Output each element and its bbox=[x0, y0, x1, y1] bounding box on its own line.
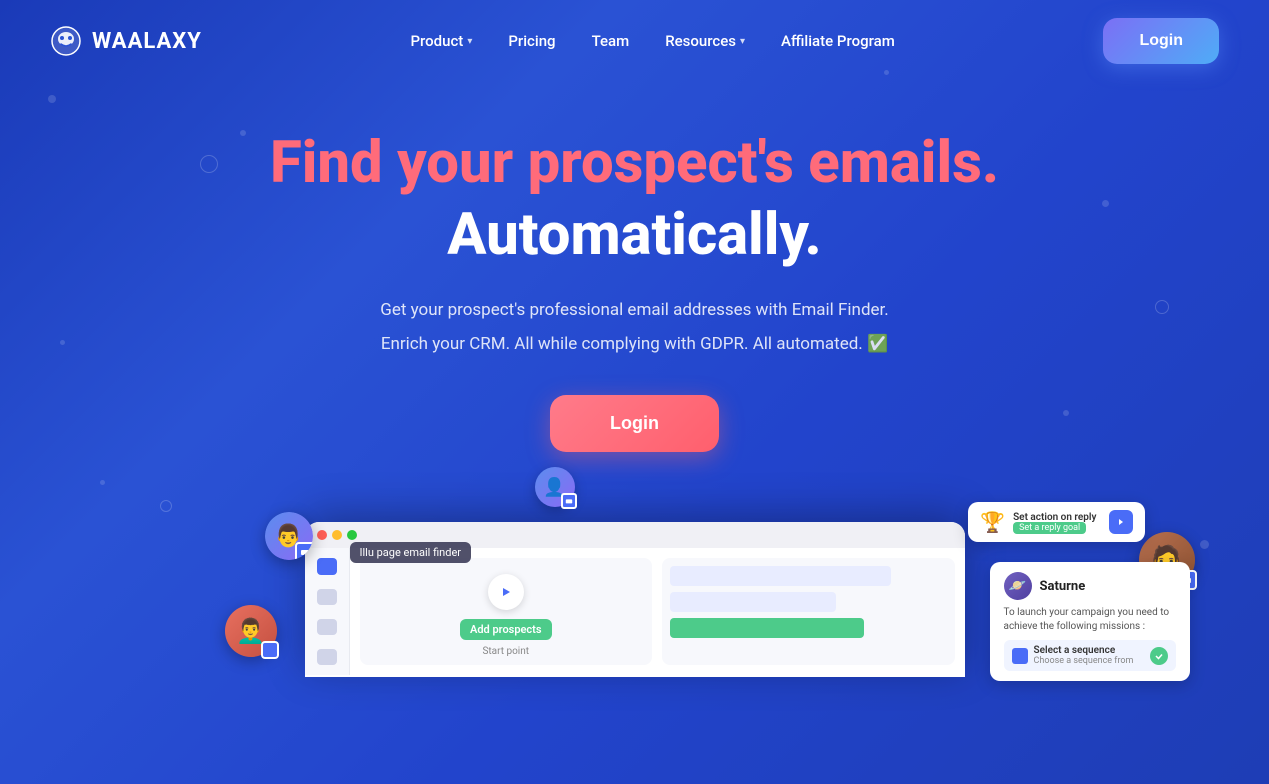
nav-pricing[interactable]: Pricing bbox=[494, 24, 569, 58]
saturn-action: Select a sequence Choose a sequence from bbox=[1004, 640, 1176, 671]
window-close-dot bbox=[317, 530, 327, 540]
navbar: WAALAXY Product ▾ Pricing Team Resources… bbox=[0, 0, 1269, 82]
flow-node-2 bbox=[670, 592, 836, 612]
circle-3 bbox=[160, 500, 172, 512]
toast-arrow-btn[interactable] bbox=[1109, 510, 1133, 534]
play-button[interactable] bbox=[488, 574, 524, 610]
saturn-desc: To launch your campaign you need to achi… bbox=[1004, 606, 1176, 634]
avatar-badge-top bbox=[561, 493, 577, 509]
illu-badge: Illu page email finder bbox=[350, 542, 472, 563]
nav-affiliate[interactable]: Affiliate Program bbox=[767, 24, 909, 58]
app-preview: 👨 👤 👨‍🦱 🧔 🏆 Set action on reply Set a re… bbox=[0, 522, 1269, 677]
nav-team[interactable]: Team bbox=[578, 24, 644, 58]
logo[interactable]: WAALAXY bbox=[50, 25, 202, 57]
sidebar-icon-3 bbox=[317, 619, 337, 635]
app-panel-left: Add prospects Start point bbox=[360, 558, 653, 665]
sidebar-icon-2 bbox=[317, 589, 337, 605]
window-minimize-dot bbox=[332, 530, 342, 540]
nav-resources[interactable]: Resources ▾ bbox=[651, 24, 759, 58]
hero-subtitle-1: Get your prospect's professional email a… bbox=[20, 296, 1249, 325]
chevron-down-icon-2: ▾ bbox=[740, 36, 745, 47]
hero-subtitle-2: Enrich your CRM. All while complying wit… bbox=[20, 330, 1249, 359]
toast-badge: Set a reply goal bbox=[1013, 522, 1086, 534]
toast-line2: Set a reply goal bbox=[1013, 523, 1096, 533]
avatar-bottom-left: 👨‍🦱 bbox=[225, 605, 277, 657]
toast-content: Set action on reply Set a reply goal bbox=[1013, 512, 1096, 533]
saturn-card: 🪐 Saturne To launch your campaign you ne… bbox=[990, 562, 1190, 681]
hero-section: Find your prospect's emails. Automatical… bbox=[0, 82, 1269, 482]
logo-icon bbox=[50, 25, 82, 57]
hero-login-button[interactable]: Login bbox=[550, 395, 719, 452]
hero-title-line1: Find your prospect's emails. bbox=[20, 132, 1249, 196]
sidebar-icon-4 bbox=[317, 649, 337, 665]
sidebar-icon-1 bbox=[317, 558, 337, 574]
flow-node-1 bbox=[670, 566, 891, 586]
saturn-avatar: 🪐 bbox=[1004, 572, 1032, 600]
avatar-top-center: 👤 bbox=[535, 467, 575, 507]
hero-title-line2: Automatically. bbox=[20, 204, 1249, 268]
avatar-top-left: 👨 bbox=[265, 512, 313, 560]
app-sidebar bbox=[305, 548, 350, 675]
saturn-header: 🪐 Saturne bbox=[1004, 572, 1176, 600]
start-point-label: Start point bbox=[368, 646, 645, 657]
add-prospects-btn[interactable]: Add prospects bbox=[368, 618, 645, 640]
nav-product[interactable]: Product ▾ bbox=[396, 24, 486, 58]
avatar-badge-1 bbox=[295, 542, 313, 560]
app-main-content: Add prospects Start point bbox=[350, 548, 965, 675]
brand-name: WAALAXY bbox=[92, 29, 202, 54]
action-text: Select a sequence Choose a sequence from bbox=[1034, 645, 1134, 666]
nav-links: Product ▾ Pricing Team Resources ▾ Affil… bbox=[396, 24, 908, 58]
nav-login-button[interactable]: Login bbox=[1103, 18, 1219, 64]
app-panel-right bbox=[662, 558, 955, 665]
flow-node-3 bbox=[670, 618, 864, 638]
flow-nodes bbox=[670, 566, 947, 638]
window-maximize-dot bbox=[347, 530, 357, 540]
avatar-badge-bl bbox=[261, 641, 279, 659]
saturn-name: Saturne bbox=[1040, 579, 1086, 594]
toast-card: 🏆 Set action on reply Set a reply goal bbox=[968, 502, 1144, 542]
chevron-down-icon: ▾ bbox=[467, 36, 472, 47]
action-icon bbox=[1012, 648, 1028, 664]
trophy-icon: 🏆 bbox=[980, 510, 1005, 534]
app-content: Add prospects Start point bbox=[305, 548, 965, 675]
checkmark-icon bbox=[1150, 647, 1168, 665]
